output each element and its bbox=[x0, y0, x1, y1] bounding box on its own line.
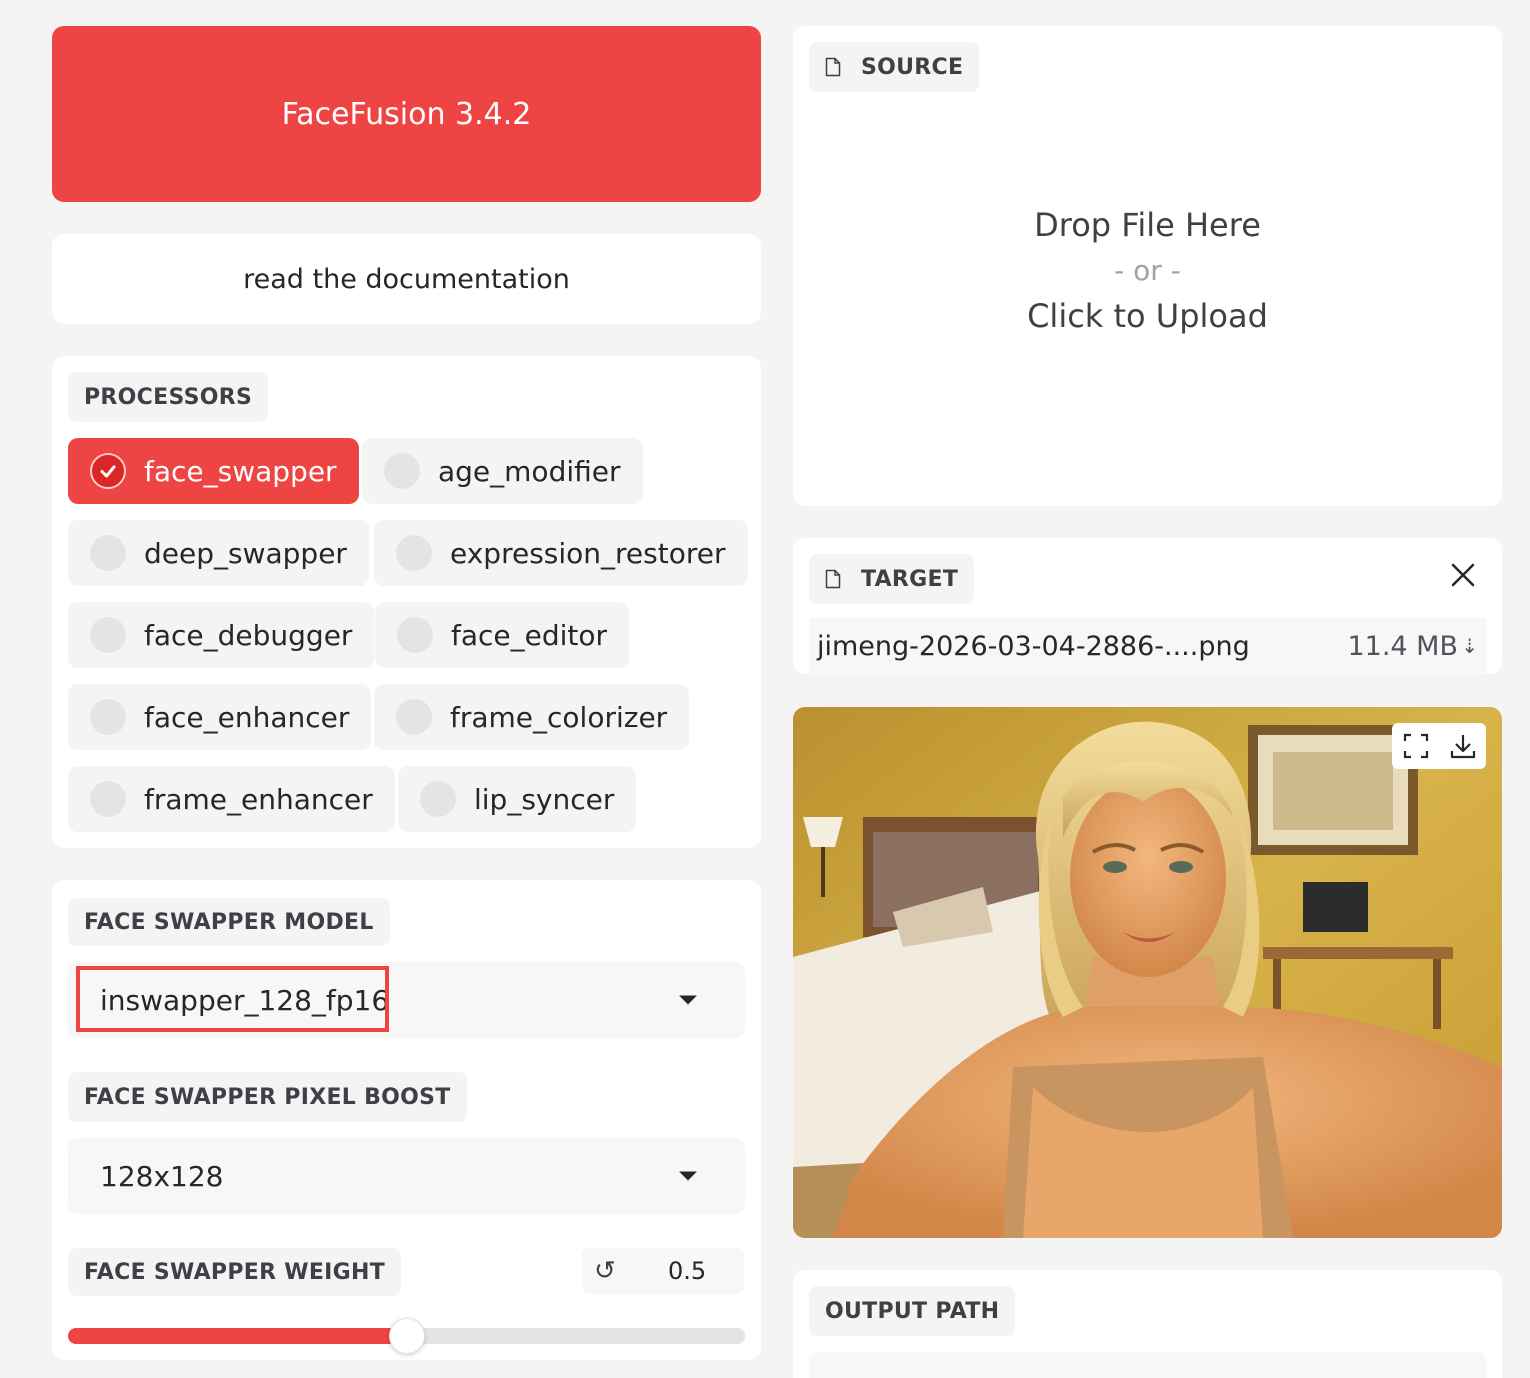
processors-label: PROCESSORS bbox=[68, 372, 269, 422]
radio-icon bbox=[396, 535, 432, 571]
target-preview-image bbox=[793, 707, 1502, 1238]
fullscreen-icon[interactable] bbox=[1403, 733, 1429, 759]
processor-label: frame_colorizer bbox=[450, 700, 668, 734]
processor-face-editor[interactable]: face_editor bbox=[375, 602, 630, 668]
target-file-size: 11.4 MB bbox=[1347, 630, 1458, 662]
face-swapper-weight-label: FACE SWAPPER WEIGHT bbox=[68, 1248, 402, 1296]
selection-highlight bbox=[76, 966, 389, 1032]
face-swapper-weight-slider[interactable] bbox=[68, 1318, 745, 1354]
slider-fill bbox=[68, 1328, 407, 1344]
check-icon bbox=[90, 453, 126, 489]
app-title-banner[interactable]: FaceFusion 3.4.2 bbox=[52, 26, 761, 202]
radio-icon bbox=[90, 781, 126, 817]
processor-label: age_modifier bbox=[438, 454, 621, 488]
processor-expression-restorer[interactable]: expression_restorer bbox=[374, 520, 748, 586]
download-arrow-icon[interactable]: ⇣ bbox=[1461, 634, 1478, 658]
source-label: SOURCE bbox=[861, 54, 964, 80]
face-swapper-pixel-boost-value: 128x128 bbox=[100, 1159, 224, 1193]
face-swapper-weight-value: 0.5 bbox=[668, 1257, 707, 1285]
target-file-name: jimeng-2026-03-04-2886-....png bbox=[817, 630, 1250, 662]
processor-frame-enhancer[interactable]: frame_enhancer bbox=[68, 766, 395, 832]
download-icon[interactable] bbox=[1450, 733, 1476, 759]
radio-icon bbox=[420, 781, 456, 817]
processor-label: deep_swapper bbox=[144, 536, 347, 570]
app-title: FaceFusion 3.4.2 bbox=[281, 96, 532, 132]
face-swapper-weight-input[interactable]: ↺ 0.5 bbox=[582, 1248, 744, 1294]
processor-frame-colorizer[interactable]: frame_colorizer bbox=[374, 684, 690, 750]
file-icon bbox=[825, 57, 841, 77]
output-path-label: OUTPUT PATH bbox=[809, 1286, 1016, 1336]
target-file-row[interactable]: jimeng-2026-03-04-2886-....png 11.4 MB ⇣ bbox=[809, 618, 1486, 674]
target-label: TARGET bbox=[861, 566, 959, 592]
processor-face-enhancer[interactable]: face_enhancer bbox=[68, 684, 372, 750]
face-swapper-panel: FACE SWAPPER MODEL inswapper_128_fp16 FA… bbox=[52, 880, 761, 1360]
source-drop-zone[interactable]: Drop File Here - or - Click to Upload bbox=[793, 206, 1502, 366]
source-panel: SOURCE Drop File Here - or - Click to Up… bbox=[793, 26, 1502, 506]
processor-lip-syncer[interactable]: lip_syncer bbox=[398, 766, 637, 832]
slider-thumb[interactable] bbox=[389, 1318, 425, 1354]
file-icon bbox=[825, 569, 841, 589]
documentation-link[interactable]: read the documentation bbox=[52, 234, 761, 324]
chevron-down-icon bbox=[679, 1171, 697, 1181]
radio-icon bbox=[384, 453, 420, 489]
radio-icon bbox=[90, 617, 126, 653]
drop-text: Drop File Here bbox=[1034, 206, 1261, 244]
processor-deep-swapper[interactable]: deep_swapper bbox=[68, 520, 369, 586]
source-label-tag: SOURCE bbox=[809, 42, 980, 92]
processor-label: frame_enhancer bbox=[144, 782, 373, 816]
image-toolbar bbox=[1392, 723, 1486, 769]
reset-icon[interactable]: ↺ bbox=[594, 1256, 616, 1286]
face-swapper-pixel-boost-label: FACE SWAPPER PIXEL BOOST bbox=[68, 1072, 467, 1122]
processor-label: face_debugger bbox=[144, 618, 353, 652]
target-label-tag: TARGET bbox=[809, 554, 975, 604]
or-text: - or - bbox=[1114, 254, 1181, 287]
radio-icon bbox=[396, 699, 432, 735]
chevron-down-icon bbox=[679, 995, 697, 1005]
processor-label: face_enhancer bbox=[144, 700, 350, 734]
radio-icon bbox=[397, 617, 433, 653]
documentation-link-label: read the documentation bbox=[243, 263, 570, 295]
upload-text: Click to Upload bbox=[1027, 297, 1268, 335]
processor-face-swapper[interactable]: face_swapper bbox=[68, 438, 359, 504]
radio-icon bbox=[90, 699, 126, 735]
processor-age-modifier[interactable]: age_modifier bbox=[362, 438, 643, 504]
processor-label: expression_restorer bbox=[450, 536, 726, 570]
output-path-panel: OUTPUT PATH bbox=[793, 1270, 1502, 1378]
processor-face-debugger[interactable]: face_debugger bbox=[68, 602, 375, 668]
target-panel: TARGET jimeng-2026-03-04-2886-....png 11… bbox=[793, 538, 1502, 674]
output-path-input[interactable] bbox=[809, 1352, 1486, 1378]
processor-label: face_swapper bbox=[144, 454, 337, 488]
face-swapper-model-label: FACE SWAPPER MODEL bbox=[68, 898, 390, 946]
radio-icon bbox=[90, 535, 126, 571]
processor-label: face_editor bbox=[451, 618, 608, 652]
processor-label: lip_syncer bbox=[474, 782, 615, 816]
processors-panel: PROCESSORS face_swapper age_modifier dee… bbox=[52, 356, 761, 848]
preview-photo bbox=[793, 707, 1502, 1238]
close-icon[interactable] bbox=[1450, 562, 1476, 588]
face-swapper-pixel-boost-dropdown[interactable]: 128x128 bbox=[68, 1138, 745, 1214]
